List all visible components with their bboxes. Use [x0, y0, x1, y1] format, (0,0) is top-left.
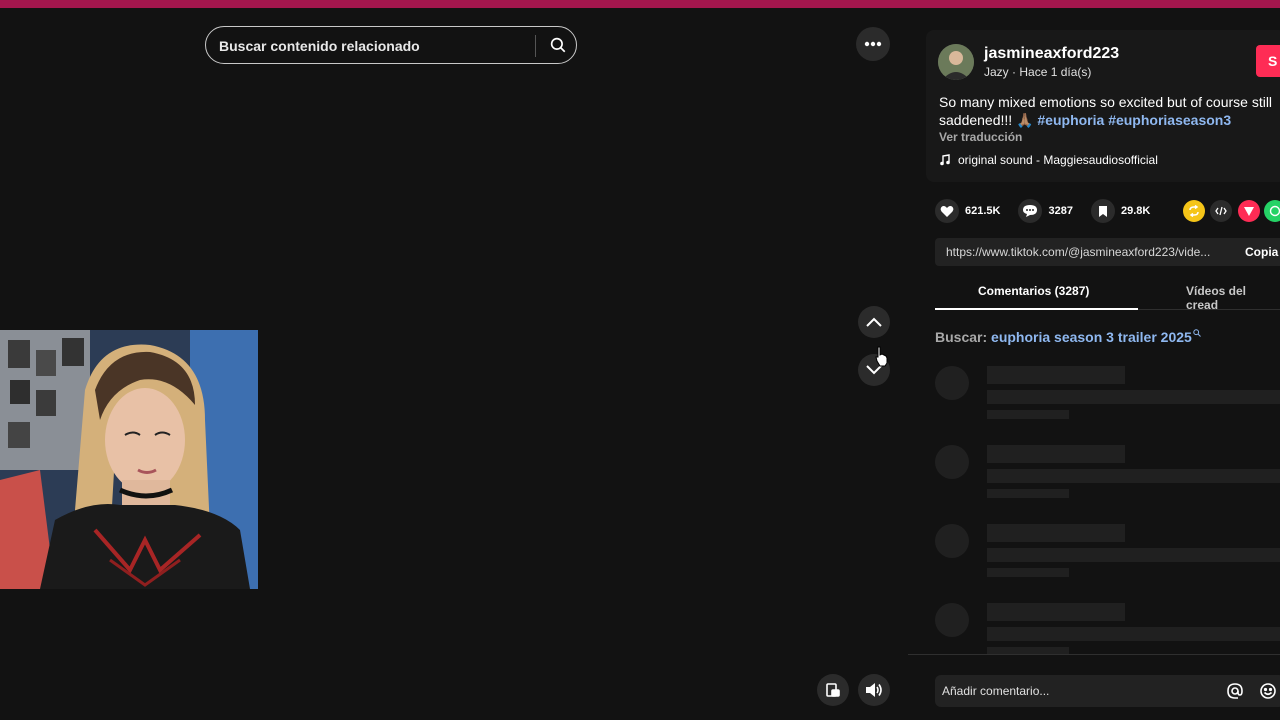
search-input[interactable]: Buscar contenido relacionado	[219, 38, 420, 54]
more-options-button[interactable]	[856, 27, 890, 61]
whatsapp-icon	[1269, 205, 1280, 217]
active-tab-indicator	[935, 308, 1138, 310]
copy-link-button[interactable]: Copia	[1245, 245, 1278, 259]
repost-icon	[1189, 205, 1199, 217]
send-button[interactable]	[1238, 200, 1260, 222]
share-friends-button[interactable]	[1183, 200, 1205, 222]
search-button[interactable]	[538, 27, 578, 63]
volume-button[interactable]	[858, 674, 890, 706]
tab-creator-videos[interactable]: Vídeos del cread	[1186, 284, 1280, 312]
save-count: 29.8K	[1120, 205, 1151, 217]
comment-skeleton	[935, 445, 1280, 511]
comment-skeleton	[935, 603, 1280, 654]
follow-button[interactable]: S	[1256, 45, 1280, 77]
save-button[interactable]: 29.8K	[1090, 199, 1151, 223]
music-note-icon	[940, 154, 950, 166]
comment-skeleton	[935, 366, 1280, 432]
comment-icon	[1018, 199, 1043, 223]
chevron-up-icon	[866, 317, 882, 327]
search-divider	[535, 35, 536, 57]
mention-button[interactable]	[1226, 682, 1244, 700]
comment-input[interactable]: Añadir comentario...	[935, 675, 1280, 707]
author-subline: Jazy · Hace 1 día(s)	[984, 65, 1091, 79]
emoji-button[interactable]	[1259, 682, 1277, 700]
at-sign-icon	[1227, 683, 1243, 699]
share-link-box: https://www.tiktok.com/@jasmineaxford223…	[935, 238, 1280, 266]
bookmark-icon	[1090, 199, 1115, 223]
author-display-name[interactable]: Jazy	[984, 65, 1009, 79]
comment-count: 3287	[1048, 205, 1073, 217]
comment-input-placeholder: Añadir comentario...	[942, 684, 1050, 698]
webcam-overlay	[0, 330, 258, 589]
post-time: Hace 1 día(s)	[1019, 65, 1092, 79]
description-card: jasmineaxford223 Jazy · Hace 1 día(s) S …	[926, 30, 1280, 182]
post-caption: So many mixed emotions so excited but of…	[939, 93, 1280, 129]
related-search-query[interactable]: euphoria season 3 trailer 2025	[991, 329, 1192, 345]
heart-icon	[935, 199, 959, 223]
search-bar[interactable]: Buscar contenido relacionado	[205, 26, 577, 64]
search-icon	[550, 37, 566, 53]
code-icon	[1215, 206, 1227, 216]
send-icon	[1244, 207, 1254, 216]
volume-icon	[866, 683, 882, 697]
search-icon	[1193, 329, 1201, 337]
share-link-text[interactable]: https://www.tiktok.com/@jasmineaxford223…	[946, 245, 1231, 259]
related-search-prefix: Buscar:	[935, 329, 992, 345]
top-accent-bar	[0, 0, 1280, 8]
emoji-icon	[1260, 683, 1276, 699]
embed-button[interactable]	[1210, 200, 1232, 222]
related-search[interactable]: Buscar: euphoria season 3 trailer 2025	[935, 329, 1201, 345]
mouse-cursor-icon	[875, 346, 888, 367]
engagement-bar: 621.5K 3287 29.8K	[935, 199, 1168, 223]
previous-video-button[interactable]	[858, 306, 890, 338]
webcam-image	[0, 330, 258, 589]
hashtag-link[interactable]: #euphoriaseason3	[1108, 112, 1231, 128]
comment-input-divider	[908, 654, 1280, 655]
subline-separator: ·	[1008, 65, 1020, 79]
sound-name: original sound - Maggiesaudiosofficial	[958, 153, 1158, 167]
tab-comments[interactable]: Comentarios (3287)	[978, 284, 1089, 298]
comment-skeleton	[935, 524, 1280, 590]
picture-in-picture-icon	[826, 683, 840, 697]
more-icon	[864, 41, 882, 47]
comment-button[interactable]: 3287	[1018, 199, 1073, 223]
details-panel: jasmineaxford223 Jazy · Hace 1 día(s) S …	[908, 8, 1280, 720]
like-button[interactable]: 621.5K	[935, 199, 1000, 223]
like-count: 621.5K	[965, 205, 1001, 217]
avatar-image	[938, 44, 974, 80]
avatar[interactable]	[938, 44, 974, 80]
translate-link[interactable]: Ver traducción	[939, 130, 1022, 144]
author-username[interactable]: jasmineaxford223	[984, 45, 1119, 63]
sound-link[interactable]: original sound - Maggiesaudiosofficial	[939, 153, 1158, 167]
whatsapp-share-button[interactable]	[1264, 200, 1280, 222]
picture-in-picture-button[interactable]	[817, 674, 849, 706]
hashtag-link[interactable]: #euphoria	[1037, 112, 1104, 128]
